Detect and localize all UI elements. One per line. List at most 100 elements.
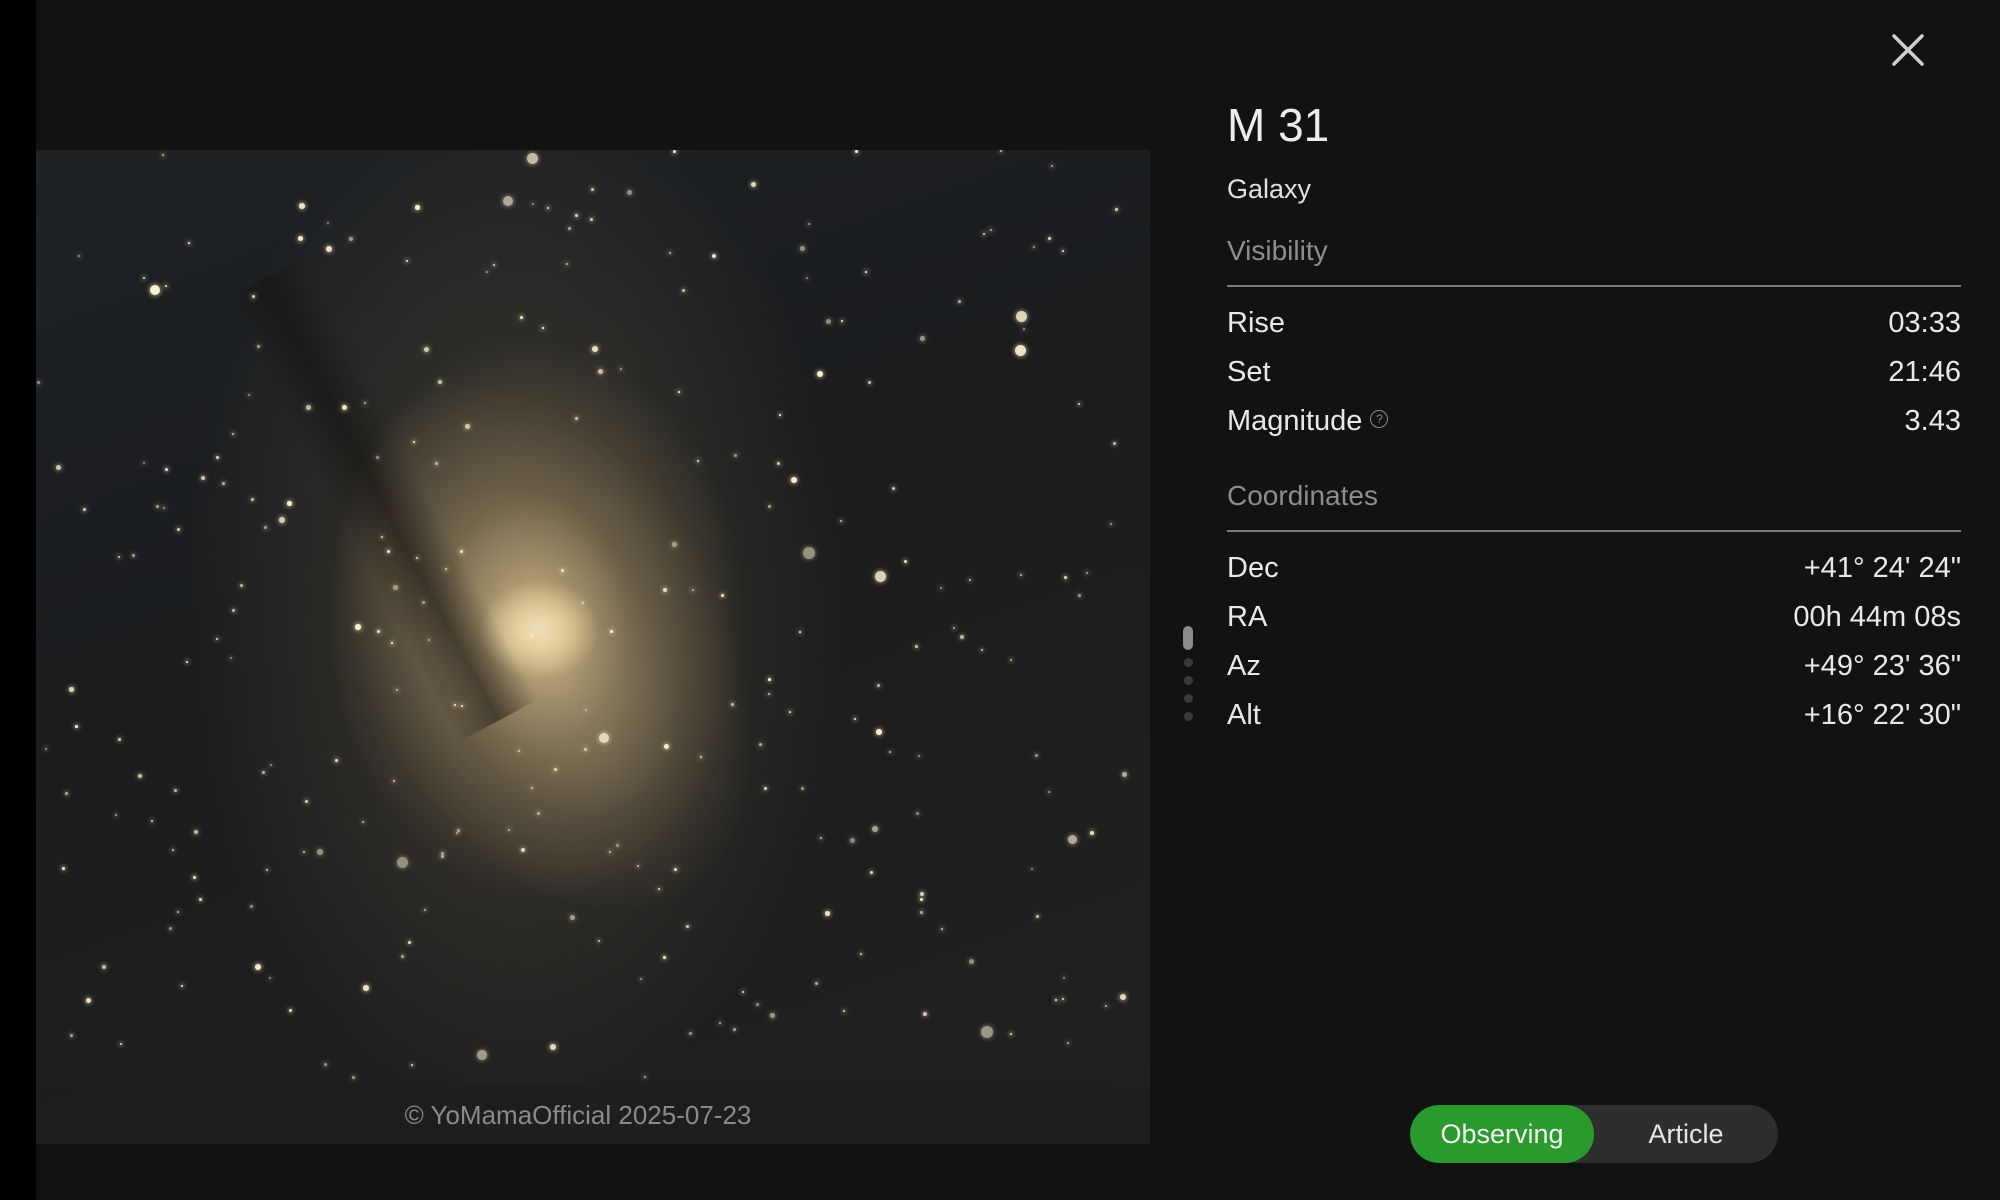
magnitude-label: Magnitude: [1227, 405, 1363, 437]
star: [598, 940, 600, 942]
tab-observing[interactable]: Observing: [1410, 1105, 1594, 1163]
star: [672, 542, 677, 547]
star: [854, 718, 857, 721]
star: [143, 277, 146, 280]
star: [855, 150, 858, 153]
star: [503, 196, 514, 207]
star: [232, 609, 236, 613]
star: [568, 227, 571, 230]
star: [262, 771, 265, 774]
star: [1115, 208, 1118, 211]
scroll-dot: [1183, 676, 1193, 685]
star: [327, 222, 329, 224]
star: [870, 871, 873, 874]
photo-credit-bar: © YoMamaOfficial 2025-07-23: [36, 1086, 1150, 1144]
star: [363, 985, 369, 991]
star: [599, 733, 609, 743]
star: [118, 556, 120, 558]
star: [527, 153, 539, 165]
star: [1000, 150, 1003, 153]
alt-label: Alt: [1227, 699, 1261, 731]
dec-row: Dec +41° 24' 24": [1227, 544, 1961, 593]
star: [194, 830, 199, 835]
star: [791, 477, 797, 483]
star: [981, 649, 983, 651]
star: [591, 188, 595, 192]
info-icon[interactable]: ?: [1370, 410, 1389, 429]
star: [808, 223, 810, 225]
star: [826, 319, 832, 325]
star: [941, 928, 944, 931]
star: [83, 508, 86, 511]
star: [768, 505, 772, 509]
star: [270, 764, 272, 766]
star: [416, 557, 418, 559]
star: [174, 789, 177, 792]
star: [616, 844, 619, 847]
star: [682, 289, 685, 292]
star: [186, 661, 188, 663]
star: [1010, 659, 1013, 662]
close-button[interactable]: [1880, 22, 1936, 78]
star: [920, 911, 923, 914]
star: [940, 587, 942, 589]
star: [1068, 835, 1078, 845]
magnitude-label-group: Magnitude?: [1227, 405, 1389, 438]
star: [1063, 977, 1065, 979]
page-scroll-indicator[interactable]: [1182, 626, 1194, 730]
star: [355, 624, 361, 630]
star: [143, 462, 145, 464]
star: [644, 1076, 646, 1078]
star: [413, 441, 415, 443]
star: [428, 639, 431, 642]
scroll-thumb[interactable]: [1183, 626, 1193, 650]
star: [115, 814, 117, 816]
star: [1064, 576, 1067, 579]
star: [719, 1022, 721, 1024]
scroll-dot: [1183, 694, 1193, 703]
star: [460, 550, 463, 553]
star: [800, 246, 805, 251]
star: [640, 978, 643, 981]
tab-article[interactable]: Article: [1594, 1105, 1778, 1163]
star: [362, 821, 364, 823]
star: [1067, 1042, 1069, 1044]
star: [1051, 165, 1054, 168]
star: [777, 462, 780, 465]
star: [768, 678, 771, 681]
star: [37, 381, 41, 385]
star: [689, 1032, 693, 1036]
star: [75, 725, 78, 728]
star: [673, 150, 677, 154]
scroll-dot: [1183, 712, 1193, 721]
star: [877, 684, 881, 688]
star: [637, 865, 639, 867]
star: [915, 645, 918, 648]
star: [875, 571, 886, 582]
star: [508, 829, 510, 831]
star: [860, 953, 863, 956]
star: [570, 915, 575, 920]
star: [408, 941, 411, 944]
rise-value: 03:33: [1888, 307, 1961, 339]
star: [216, 638, 219, 641]
star: [305, 800, 309, 804]
star: [415, 205, 420, 210]
star: [759, 743, 763, 747]
set-row: Set 21:46: [1227, 348, 1961, 397]
star: [904, 560, 908, 564]
az-label: Az: [1227, 650, 1261, 682]
star: [817, 371, 823, 377]
view-mode-toggle[interactable]: Observing Article: [1410, 1105, 1778, 1163]
star: [150, 285, 161, 296]
star: [156, 505, 159, 508]
star: [981, 1026, 993, 1038]
star: [62, 867, 65, 870]
object-photo[interactable]: © YoMamaOfficial 2025-07-23: [36, 150, 1150, 1144]
star: [920, 336, 925, 341]
star: [461, 705, 463, 707]
star: [742, 991, 744, 993]
star: [120, 1043, 123, 1046]
star: [751, 182, 757, 188]
star: [584, 748, 587, 751]
